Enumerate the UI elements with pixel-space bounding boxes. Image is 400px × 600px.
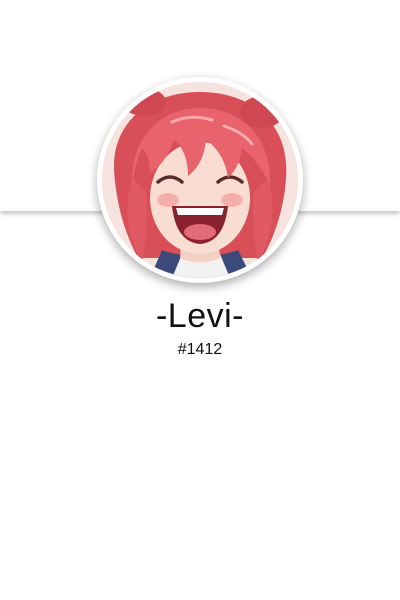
user-tag: #1412 [177, 341, 223, 358]
display-name: -Levi- [155, 297, 245, 335]
profile-page: -Levi- #1412 [0, 0, 400, 600]
avatar[interactable] [102, 82, 298, 278]
avatar-frame [97, 77, 303, 283]
anime-girl-avatar-icon [102, 82, 298, 278]
